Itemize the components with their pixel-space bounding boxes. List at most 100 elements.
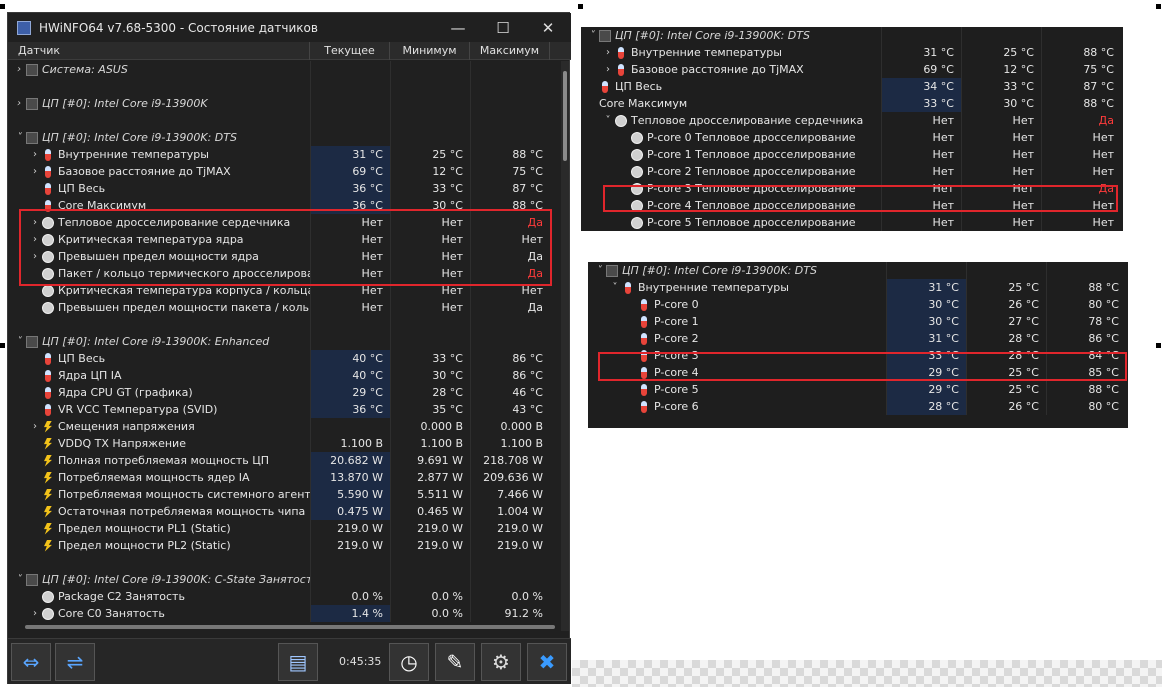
current-value: 31 °C — [886, 279, 966, 296]
sensor-name-cell — [8, 554, 310, 571]
current-value: Нет — [881, 163, 961, 180]
close-button[interactable]: ✕ — [525, 13, 571, 42]
sensor-row[interactable]: P-core 5 29 °C 25 °C 88 °C — [588, 381, 1128, 398]
expand-chevron-icon[interactable]: › — [28, 421, 42, 432]
expand-chevron-icon[interactable]: › — [12, 64, 26, 75]
expand-chevron-icon[interactable]: ˅ — [12, 132, 26, 143]
sensor-row[interactable]: Ядра ЦП IA 40 °C 30 °C 86 °C — [8, 367, 561, 384]
sensor-row[interactable]: P-core 0 Тепловое дросселирование Нет Нет Н… — [581, 129, 1123, 146]
network-icon[interactable]: ▤ — [278, 643, 318, 681]
column-current[interactable]: Текущее — [310, 42, 390, 60]
sensor-row[interactable]: Предел мощности PL2 (Static) 219.0 W 219.0… — [8, 537, 561, 554]
settings-gear-icon[interactable]: ⚙ — [481, 643, 521, 681]
sensor-row[interactable]: › Внутренние температуры 31 °C 25 °C 88 °C — [8, 146, 561, 163]
report-icon[interactable]: ✎ — [435, 643, 475, 681]
maximum-value: 219.0 W — [470, 520, 550, 537]
expand-chevron-icon[interactable]: › — [601, 47, 615, 58]
sensor-group-row[interactable]: › ЦП [#0]: Intel Core i9-13900K — [8, 95, 561, 112]
scroll-thumb[interactable] — [563, 71, 567, 161]
sensor-group-row[interactable]: ˅ ЦП [#0]: Intel Core i9-13900K: Enhanced — [8, 333, 561, 350]
collapse-arrows-icon[interactable]: ⇌ — [55, 643, 95, 681]
maximum-value: 87 °C — [1041, 78, 1121, 95]
sensor-row[interactable]: ЦП Весь 36 °C 33 °C 87 °C — [8, 180, 561, 197]
minimum-value: 30 °C — [390, 367, 470, 384]
sensor-label: Предел мощности PL1 (Static) — [58, 522, 231, 535]
sensor-group-row[interactable]: ˅ ЦП [#0]: Intel Core i9-13900K: DTS — [588, 262, 1128, 279]
clock-icon — [631, 165, 643, 178]
sensor-row[interactable]: Предел мощности PL1 (Static) 219.0 W 219.0… — [8, 520, 561, 537]
maximum-value — [470, 316, 550, 333]
column-sensor[interactable]: Датчик — [8, 42, 310, 60]
sensor-row[interactable]: P-core 6 28 °C 26 °C 80 °C — [588, 398, 1128, 415]
sensor-row[interactable]: › Базовое расстояние до TjMAX 69 °C 12 °C 75… — [8, 163, 561, 180]
maximize-button[interactable]: ☐ — [480, 13, 526, 42]
sensor-row[interactable]: P-core 1 30 °C 27 °C 78 °C — [588, 313, 1128, 330]
column-maximum[interactable]: Максимум — [470, 42, 550, 60]
current-value: 219.0 W — [310, 520, 390, 537]
expand-chevron-icon[interactable]: ˅ — [608, 282, 622, 293]
sensor-name-cell: Остаточная потребляемая мощность чипа — [8, 503, 310, 520]
sensor-group-row[interactable]: ˅ ЦП [#0]: Intel Core i9-13900K: DTS — [8, 129, 561, 146]
maximum-value: 75 °C — [1041, 61, 1121, 78]
sensor-row[interactable]: P-core 2 Тепловое дросселирование Нет Нет Н… — [581, 163, 1123, 180]
close-x-icon[interactable]: ✖ — [527, 643, 567, 681]
sensor-row[interactable]: P-core 5 Тепловое дросселирование Нет Нет Н… — [581, 214, 1123, 231]
maximum-value — [470, 571, 550, 588]
sensor-row[interactable]: P-core 1 Тепловое дросселирование Нет Нет Н… — [581, 146, 1123, 163]
sensor-row[interactable]: VDDQ TX Напряжение 1.100 В 1.100 В 1.100 В — [8, 435, 561, 452]
minimize-button[interactable]: — — [435, 13, 481, 42]
sensor-name-cell: Package C2 Занятость — [8, 588, 310, 605]
expand-chevron-icon[interactable]: › — [12, 98, 26, 109]
sensor-row[interactable]: ˅ Тепловое дросселирование сердечника Нет Н… — [581, 112, 1123, 129]
expand-chevron-icon[interactable]: ˅ — [12, 574, 26, 585]
expand-chevron-icon[interactable]: ˅ — [12, 336, 26, 347]
sensor-row[interactable]: ˅ Внутренние температуры 31 °C 25 °C 88 °C — [588, 279, 1128, 296]
sensor-name-cell: › Внутренние температуры — [581, 44, 881, 61]
sensor-row[interactable]: › Базовое расстояние до TjMAX 69 °C 12 °C 75… — [581, 61, 1123, 78]
sensor-row[interactable]: Остаточная потребляемая мощность чипа 0.4… — [8, 503, 561, 520]
minimum-value: 33 °C — [390, 180, 470, 197]
expand-chevron-icon[interactable]: › — [28, 166, 42, 177]
expand-chevron-icon[interactable]: › — [28, 608, 42, 619]
sensor-row[interactable]: Package C2 Занятость 0.0 % 0.0 % 0.0 % — [8, 588, 561, 605]
current-value: Нет — [310, 299, 390, 316]
sensor-group-row[interactable]: ˅ ЦП [#0]: Intel Core i9-13900K: C-State … — [8, 571, 561, 588]
expand-chevron-icon[interactable]: ˅ — [592, 265, 606, 276]
current-value — [310, 418, 390, 435]
clock-icon[interactable]: ◷ — [389, 643, 429, 681]
sensor-name-cell: VR VCC Температура (SVID) — [8, 401, 310, 418]
column-minimum[interactable]: Минимум — [390, 42, 470, 60]
transparent-area — [572, 660, 1162, 687]
sensor-row[interactable]: ЦП Весь 40 °C 33 °C 86 °C — [8, 350, 561, 367]
sensor-row[interactable]: Потребляемая мощность системного агента 5… — [8, 486, 561, 503]
sensor-group-row[interactable]: › Система: ASUS — [8, 61, 561, 78]
sensor-row[interactable]: P-core 0 30 °C 26 °C 80 °C — [588, 296, 1128, 313]
clock-icon — [42, 607, 54, 620]
sensor-row[interactable]: › Внутренние температуры 31 °C 25 °C 88 °C — [581, 44, 1123, 61]
sensor-row[interactable]: Ядра CPU GT (графика) 29 °C 28 °C 46 °C — [8, 384, 561, 401]
sensor-name-cell: ˅ Внутренние температуры — [588, 279, 886, 296]
minimum-value: 0.0 % — [390, 588, 470, 605]
expand-arrows-icon[interactable]: ⇔ — [11, 643, 51, 681]
maximum-value: 43 °C — [470, 401, 550, 418]
sensor-row[interactable]: › Core C0 Занятость 1.4 % 0.0 % 91.2 % — [8, 605, 561, 622]
sensor-row[interactable]: ЦП Весь 34 °C 33 °C 87 °C — [581, 78, 1123, 95]
sensor-group-row[interactable]: ˅ ЦП [#0]: Intel Core i9-13900K: DTS — [581, 27, 1123, 44]
expand-chevron-icon[interactable]: › — [601, 64, 615, 75]
expand-chevron-icon[interactable]: ˅ — [601, 115, 615, 126]
sensor-row[interactable]: VR VCC Температура (SVID) 36 °C 35 °C 43 °C — [8, 401, 561, 418]
vertical-scrollbar[interactable] — [561, 61, 569, 631]
sensor-name-cell: Полная потребляемая мощность ЦП — [8, 452, 310, 469]
minimum-value: 25 °C — [966, 279, 1046, 296]
sensor-row[interactable]: Core Максимум 33 °C 30 °C 88 °C — [581, 95, 1123, 112]
horizontal-scrollbar[interactable] — [25, 625, 555, 629]
sensor-row[interactable]: P-core 2 31 °C 28 °C 86 °C — [588, 330, 1128, 347]
current-value: 40 °C — [310, 367, 390, 384]
sensor-row[interactable]: Превышен предел мощности пакета / кольца… — [8, 299, 561, 316]
expand-chevron-icon[interactable]: › — [28, 149, 42, 160]
expand-chevron-icon[interactable]: ˅ — [585, 30, 599, 41]
sensor-row[interactable]: Полная потребляемая мощность ЦП 20.682 W9… — [8, 452, 561, 469]
sensor-row[interactable]: Потребляемая мощность ядер IA 13.870 W 2.8… — [8, 469, 561, 486]
minimum-value — [390, 112, 470, 129]
sensor-row[interactable]: › Смещения напряжения 0.000 В 0.000 В — [8, 418, 561, 435]
